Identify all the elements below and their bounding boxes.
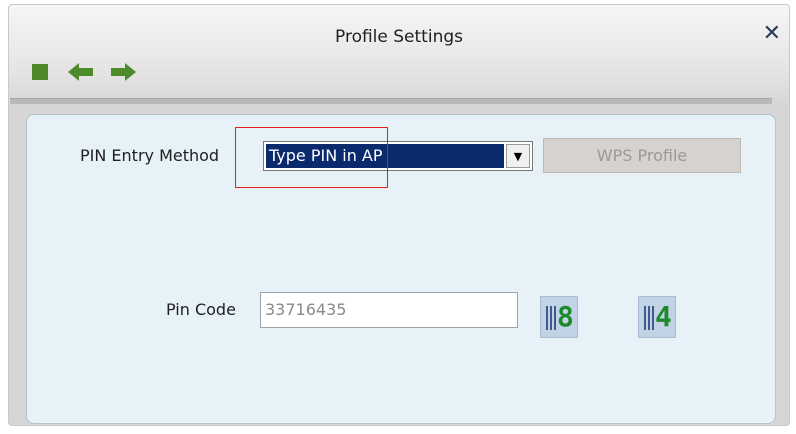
forward-arrow-icon[interactable] xyxy=(110,62,136,82)
close-icon[interactable]: ✕ xyxy=(763,23,781,45)
pin-code-label: Pin Code xyxy=(166,300,236,319)
pin-icon-digit: 8 xyxy=(557,300,574,333)
wps-profile-button[interactable]: WPS Profile xyxy=(543,138,741,173)
pin-entry-method-label: PIN Entry Method xyxy=(80,146,220,165)
pin-digit-4-icon[interactable]: 4 xyxy=(638,296,676,338)
pin-entry-method-select[interactable]: Type PIN in AP ▼ xyxy=(263,141,533,171)
barcode-icon xyxy=(546,306,556,330)
toolbar-divider xyxy=(10,98,772,104)
pin-icon-digit: 4 xyxy=(655,300,672,333)
pin-entry-method-value: Type PIN in AP xyxy=(266,144,504,168)
stop-icon[interactable] xyxy=(32,64,48,80)
barcode-icon xyxy=(644,306,654,330)
chevron-down-icon[interactable]: ▼ xyxy=(506,144,530,168)
window-title: Profile Settings xyxy=(335,27,463,47)
pin-digit-8-icon[interactable]: 8 xyxy=(540,296,578,338)
back-arrow-icon[interactable] xyxy=(68,62,94,82)
pin-code-field[interactable]: 33716435 xyxy=(260,292,518,328)
